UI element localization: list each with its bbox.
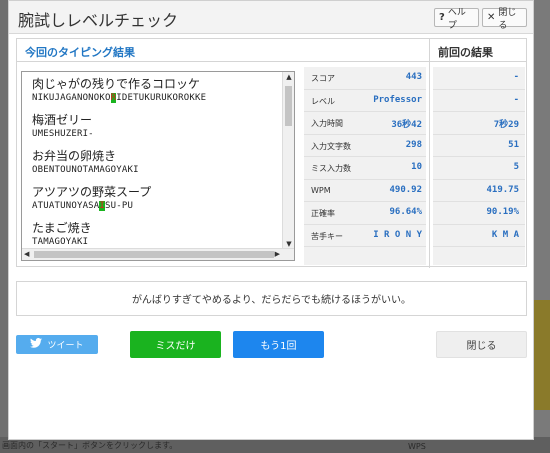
tweet-label: ツイート [47,341,84,351]
background-instruction: 画面内の「スタート」ボタンをクリックします。 [2,441,178,450]
retry-button[interactable]: もう1回 [233,331,324,358]
help-button[interactable]: ? ヘルプ [434,8,479,31]
romaji-typed: UMESHUZERI- [32,129,94,139]
miss-only-button[interactable]: ミスだけ [130,331,221,358]
help-label: ヘルプ [447,7,466,31]
previous-stat-value: 5 [513,162,519,172]
word-japanese: 梅酒ゼリー [32,113,93,127]
previous-stat-row: 5 [433,157,525,180]
vertical-scrollbar[interactable]: ▲ ▼ [282,72,294,249]
stat-row: スコア 443 [304,67,426,90]
background-radio-label: WPS [408,442,426,451]
stat-label: 苦手キー [311,231,343,241]
stat-row: レベル Professor [304,90,426,112]
previous-stat-row: K M A [433,225,525,247]
word-item: 梅酒ゼリー UMESHUZERI- [32,112,276,148]
romaji-typed: ATUATUNOYASA [32,201,100,211]
previous-stat-value: 90.19% [486,207,519,217]
word-japanese: お弁当の卵焼き [32,149,117,163]
dialog-header: 腕試しレベルチェック ? ヘルプ ✕ 閉じる [9,1,533,34]
word-romaji: OBENTOUNOTAMAGOYAKI [32,164,276,176]
results-header: 今回のタイピング結果 前回の結果 [17,39,526,62]
stat-label: 正確率 [311,209,335,218]
previous-stat-value: 7秒29 [493,120,519,130]
horizontal-scrollbar[interactable]: ◀ ▶ [22,248,294,260]
stat-value: 36秒42 [391,120,422,130]
word-romaji: NIKUJAGANONOKORIDETUKURUKOROKKE [32,92,276,104]
typed-words-list[interactable]: 肉じゃがの残りで作るコロッケ NIKUJAGANONOKORIDETUKURUKO… [21,71,295,261]
stat-label: 入力文字数 [311,141,351,151]
stat-value: 443 [405,72,422,82]
previous-results-title: 前回の結果 [438,46,493,59]
word-item: お弁当の卵焼き OBENTOUNOTAMAGOYAKI [32,148,276,184]
stat-value: I R O N Y [373,229,422,240]
previous-stat-value: - [513,72,519,82]
stat-label: 入力時間 [311,119,343,128]
romaji-typed: NIKUJAGANONOKO [32,93,111,103]
word-japanese: 肉じゃがの残りで作るコロッケ [32,77,201,91]
previous-stats: - - 7秒29 51 5 419.75 90.19% K M A [433,67,525,265]
stat-row: 入力時間 36秒42 [304,112,426,135]
stat-row: 入力文字数 298 [304,135,426,157]
stat-value: 10 [411,162,422,172]
previous-stat-value: 51 [508,139,519,150]
previous-stat-row: 419.75 [433,180,525,202]
previous-stat-value: 419.75 [486,184,519,195]
stat-row: ミス入力数 10 [304,157,426,180]
level-check-dialog: 腕試しレベルチェック ? ヘルプ ✕ 閉じる 今回のタイピング結果 前回の結果 … [8,0,534,440]
word-romaji: ATUATUNOYASAISU-PU [32,200,276,212]
scroll-up-icon[interactable]: ▲ [285,73,293,81]
previous-stat-row: 7秒29 [433,112,525,135]
stat-label: スコア [311,74,335,83]
close-button[interactable]: 閉じる [436,331,527,358]
previous-stat-row: - [433,67,525,90]
scroll-thumb[interactable] [285,86,292,126]
hscroll-thumb[interactable] [34,251,274,258]
current-stats: スコア 443 レベル Professor 入力時間 36秒42 入力文字数 298 ミス入力数… [304,67,426,265]
close-dialog-button[interactable]: ✕ 閉じる [482,8,527,31]
tweet-button[interactable]: ツイート [16,335,98,354]
scroll-left-icon[interactable]: ◀ [24,250,29,258]
stat-row: 正確率 96.64% [304,202,426,225]
word-romaji: TAMAGOYAKI [32,236,276,248]
previous-stat-row: 90.19% [433,202,525,225]
stat-value: 298 [405,139,422,150]
current-results-title: 今回のタイピング結果 [25,46,135,59]
stat-value: Professor [373,94,422,105]
previous-stat-row: 51 [433,135,525,157]
previous-stat-value: - [513,94,519,105]
stat-row: WPM 490.92 [304,180,426,202]
results-panel: 今回のタイピング結果 前回の結果 肉じゃがの残りで作るコロッケ NIKUJAGAN… [16,38,527,268]
word-item: 肉じゃがの残りで作るコロッケ NIKUJAGANONOKORIDETUKURUKO… [32,76,276,112]
word-romaji: UMESHUZERI- [32,128,276,140]
scroll-down-icon[interactable]: ▼ [285,240,293,248]
dialog-title: 腕試しレベルチェック [18,11,179,30]
word-japanese: アツアツの野菜スープ [32,185,152,199]
romaji-typed: TAMAGOYAKI [32,237,89,247]
stat-value: 96.64% [389,207,422,217]
stat-label: ミス入力数 [311,164,351,173]
stat-row: 苦手キー I R O N Y [304,225,426,247]
stat-value: 490.92 [389,184,422,195]
scroll-right-icon[interactable]: ▶ [275,250,280,258]
word-japanese: たまご焼き [32,221,92,235]
romaji-typed: OBENTOUNOTAMAGOYAKI [32,165,139,175]
stat-label: WPM [311,185,331,195]
close-icon: ✕ [487,12,496,23]
word-item: アツアツの野菜スープ ATUATUNOYASAISU-PU [32,184,276,220]
close-label: 閉じる [498,7,517,31]
twitter-bird-icon [30,338,43,351]
romaji-rest: SU-PU [105,201,134,211]
question-icon: ? [439,12,445,23]
column-divider [429,39,430,268]
stat-label: レベル [311,96,335,106]
previous-stat-row: - [433,90,525,112]
previous-stat-value: K M A [491,229,519,240]
word-items: 肉じゃがの残りで作るコロッケ NIKUJAGANONOKORIDETUKURUKO… [32,76,276,256]
romaji-rest: IDETUKURUKOROKKE [116,93,207,103]
advice-message: がんばりすぎてやめるより、だらだらでも続けるほうがいい。 [16,281,527,316]
